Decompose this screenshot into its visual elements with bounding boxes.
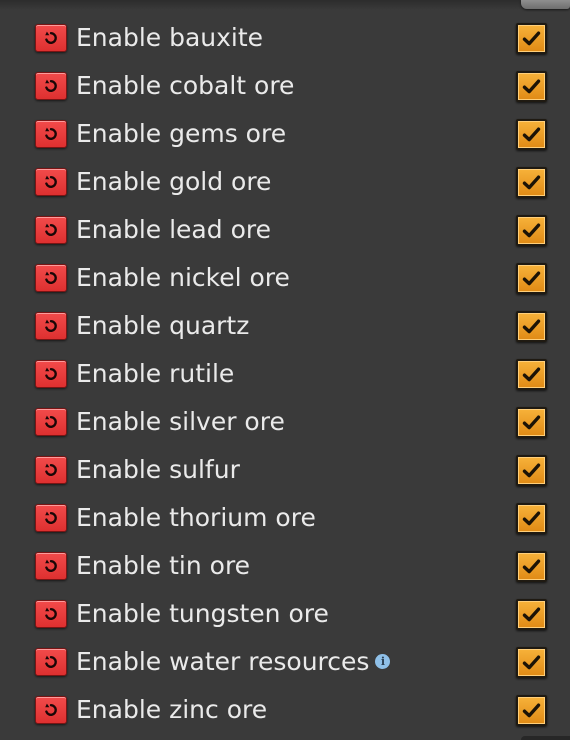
enable-checkbox[interactable]: [516, 647, 547, 678]
setting-row: Enable cobalt ore: [0, 66, 570, 106]
reset-icon: [43, 126, 59, 142]
reset-button[interactable]: [35, 456, 67, 484]
setting-label: Enable silver ore: [76, 407, 285, 436]
setting-row: Enable tungsten ore: [0, 594, 570, 634]
reset-icon: [43, 414, 59, 430]
reset-icon: [43, 606, 59, 622]
reset-icon: [43, 510, 59, 526]
top-shadow: [0, 0, 570, 10]
setting-label: Enable water resources: [76, 647, 370, 676]
setting-label: Enable rutile: [76, 359, 235, 388]
reset-icon: [43, 462, 59, 478]
reset-icon: [43, 78, 59, 94]
enable-checkbox[interactable]: [516, 455, 547, 486]
checkmark-icon: [522, 318, 541, 335]
setting-label: Enable cobalt ore: [76, 71, 295, 100]
reset-button[interactable]: [35, 216, 67, 244]
setting-row: Enable rutile: [0, 354, 570, 394]
setting-row: Enable silver ore: [0, 402, 570, 442]
enable-checkbox[interactable]: [516, 695, 547, 726]
setting-row: Enable gold ore: [0, 162, 570, 202]
enable-checkbox[interactable]: [516, 71, 547, 102]
enable-checkbox[interactable]: [516, 551, 547, 582]
setting-label: Enable tungsten ore: [76, 599, 329, 628]
reset-button[interactable]: [35, 120, 67, 148]
checkmark-icon: [522, 126, 541, 143]
enable-checkbox[interactable]: [516, 263, 547, 294]
setting-row: Enable gems ore: [0, 114, 570, 154]
checkmark-icon: [522, 174, 541, 191]
setting-row: Enable zinc ore: [0, 690, 570, 730]
setting-label: Enable tin ore: [76, 551, 251, 580]
enable-checkbox[interactable]: [516, 407, 547, 438]
setting-row: Enable lead ore: [0, 210, 570, 250]
info-icon[interactable]: i: [375, 654, 391, 669]
setting-label: Enable lead ore: [76, 215, 271, 244]
reset-button[interactable]: [35, 264, 67, 292]
setting-label: Enable gems ore: [76, 119, 287, 148]
checkmark-icon: [522, 654, 541, 671]
reset-button[interactable]: [35, 408, 67, 436]
reset-button[interactable]: [35, 72, 67, 100]
enable-checkbox[interactable]: [516, 359, 547, 390]
setting-row: Enable thorium ore: [0, 498, 570, 538]
scrollbar-top-edge[interactable]: [521, 0, 570, 9]
reset-icon: [43, 702, 59, 718]
checkmark-icon: [522, 462, 541, 479]
setting-row: Enable tin ore: [0, 546, 570, 586]
setting-label: Enable bauxite: [76, 23, 264, 52]
enable-checkbox[interactable]: [516, 23, 547, 54]
checkmark-icon: [522, 510, 541, 527]
checkmark-icon: [522, 366, 541, 383]
settings-panel: Enable bauxite Enable cobalt ore Enable …: [0, 0, 570, 740]
setting-row: Enable sulfur: [0, 450, 570, 490]
reset-icon: [43, 222, 59, 238]
setting-label: Enable sulfur: [76, 455, 240, 484]
reset-button[interactable]: [35, 696, 67, 724]
reset-button[interactable]: [35, 360, 67, 388]
enable-checkbox[interactable]: [516, 311, 547, 342]
checkmark-icon: [522, 606, 541, 623]
setting-label: Enable nickel ore: [76, 263, 290, 292]
setting-label-with-info: Enable water resources i: [76, 647, 391, 677]
checkmark-icon: [522, 558, 541, 575]
enable-checkbox[interactable]: [516, 599, 547, 630]
scrollbar-bottom-edge[interactable]: [521, 736, 570, 740]
reset-icon: [43, 174, 59, 190]
enable-checkbox[interactable]: [516, 503, 547, 534]
setting-label: Enable zinc ore: [76, 695, 268, 724]
checkmark-icon: [522, 414, 541, 431]
reset-button[interactable]: [35, 600, 67, 628]
setting-row: Enable bauxite: [0, 18, 570, 58]
setting-row: Enable nickel ore: [0, 258, 570, 298]
reset-icon: [43, 366, 59, 382]
checkmark-icon: [522, 222, 541, 239]
checkmark-icon: [522, 30, 541, 47]
setting-label: Enable quartz: [76, 311, 250, 340]
reset-button[interactable]: [35, 648, 67, 676]
checkmark-icon: [522, 78, 541, 95]
checkmark-icon: [522, 702, 541, 719]
reset-button[interactable]: [35, 504, 67, 532]
setting-label: Enable gold ore: [76, 167, 272, 196]
reset-button[interactable]: [35, 168, 67, 196]
reset-button[interactable]: [35, 24, 67, 52]
reset-button[interactable]: [35, 552, 67, 580]
setting-row: Enable water resources i: [0, 642, 570, 682]
reset-icon: [43, 30, 59, 46]
setting-label: Enable thorium ore: [76, 503, 316, 532]
enable-checkbox[interactable]: [516, 119, 547, 150]
reset-icon: [43, 654, 59, 670]
enable-checkbox[interactable]: [516, 167, 547, 198]
reset-icon: [43, 318, 59, 334]
reset-icon: [43, 270, 59, 286]
checkmark-icon: [522, 270, 541, 287]
setting-row: Enable quartz: [0, 306, 570, 346]
enable-checkbox[interactable]: [516, 215, 547, 246]
reset-button[interactable]: [35, 312, 67, 340]
reset-icon: [43, 558, 59, 574]
